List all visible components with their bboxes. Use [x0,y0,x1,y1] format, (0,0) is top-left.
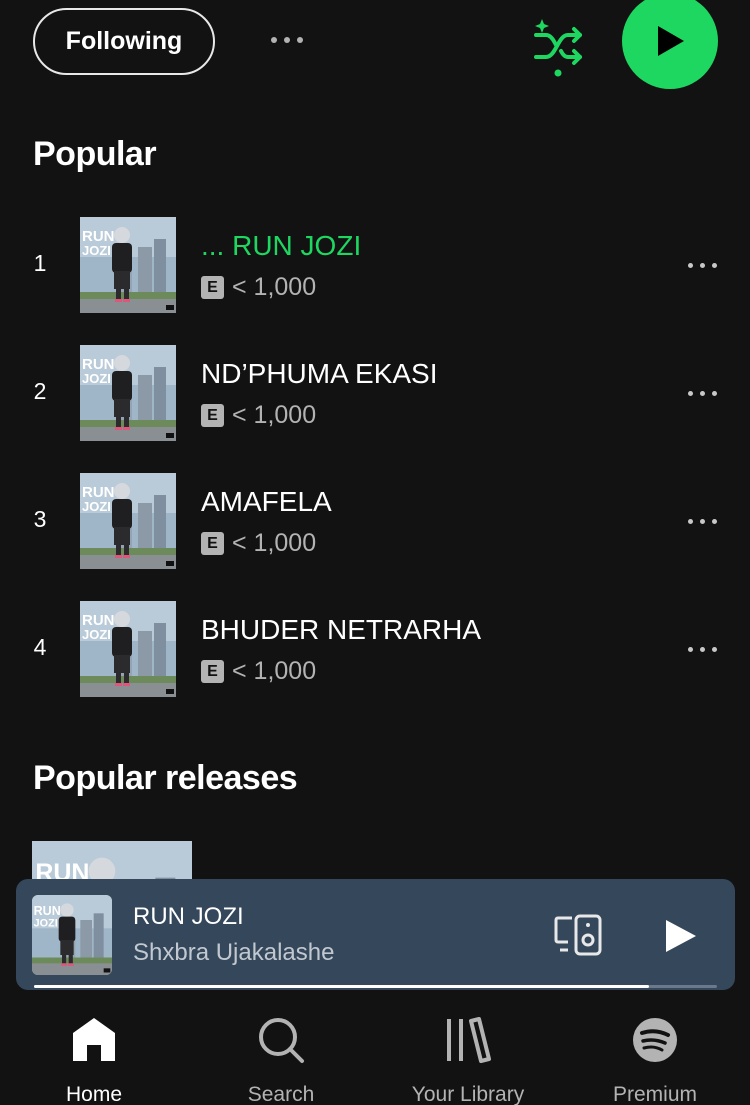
nav-library-label: Your Library [411,1083,525,1105]
now-playing-title: RUN JOZI [133,903,244,930]
artist-action-bar: Following [0,0,750,100]
following-button[interactable]: Following [33,8,215,75]
now-playing-cover-art [32,895,112,975]
track-title: BHUDER NETRARHA [201,614,482,645]
playback-progress-fill [34,985,649,988]
track-more-icon[interactable] [680,378,724,408]
spotify-icon [633,1018,677,1062]
track-more-icon[interactable] [680,250,724,280]
track-title: ... RUN JOZI [201,230,362,261]
track-more-icon[interactable] [680,506,724,536]
track-number: 1 [33,250,47,276]
nav-search-label: Search [247,1083,315,1105]
popular-heading: Popular [33,135,157,173]
track-cover-art [80,601,176,697]
track-cover-art [80,345,176,441]
play-count: < 1,000 [232,273,317,301]
play-button[interactable] [622,0,718,89]
nav-premium-label: Premium [612,1083,697,1105]
play-count: < 1,000 [232,401,317,429]
now-playing-artist: Shxbra Ujakalashe [133,939,335,966]
track-number: 4 [33,634,47,660]
nav-search[interactable]: Search [211,1015,351,1105]
track-meta: E < 1,000 [201,401,316,430]
track-row[interactable]: 4 BHUDER NETRARHA E < 1,000 [0,601,750,697]
explicit-badge: E [201,532,224,555]
more-options-icon[interactable] [262,25,312,55]
track-more-icon[interactable] [680,634,724,664]
connect-device-icon[interactable] [554,914,606,956]
library-icon [447,1017,491,1063]
track-meta: E < 1,000 [201,657,316,686]
explicit-badge: E [201,404,224,427]
track-cover-art [80,473,176,569]
track-row[interactable]: 3 AMAFELA E < 1,000 [0,473,750,569]
nav-home-label: Home [65,1083,123,1105]
track-cover-art [80,217,176,313]
popular-releases-heading: Popular releases [33,759,298,797]
nav-premium[interactable]: Premium [585,1015,725,1105]
track-row[interactable]: 1 ... RUN JOZI E < 1,000 [0,217,750,313]
play-icon [658,26,684,56]
playback-progress[interactable] [34,985,717,988]
track-meta: E < 1,000 [201,273,316,302]
track-title: ND’PHUMA EKASI [201,358,438,389]
play-icon[interactable] [660,916,700,956]
track-number: 3 [33,506,47,532]
nav-library[interactable]: Your Library [398,1015,538,1105]
now-playing-bar[interactable]: RUN JOZI Shxbra Ujakalashe [16,879,735,990]
smart-shuffle-icon[interactable] [532,15,586,79]
nav-home[interactable]: Home [24,1015,164,1105]
play-count: < 1,000 [232,529,317,557]
explicit-badge: E [201,276,224,299]
track-number: 2 [33,378,47,404]
search-icon [259,1018,304,1063]
track-row[interactable]: 2 ND’PHUMA EKASI E < 1,000 [0,345,750,441]
bottom-navigation: Home Search Your Library Premium [0,1000,750,1105]
track-title: AMAFELA [201,486,332,517]
home-icon [73,1018,115,1061]
explicit-badge: E [201,660,224,683]
play-count: < 1,000 [232,657,317,685]
track-meta: E < 1,000 [201,529,316,558]
